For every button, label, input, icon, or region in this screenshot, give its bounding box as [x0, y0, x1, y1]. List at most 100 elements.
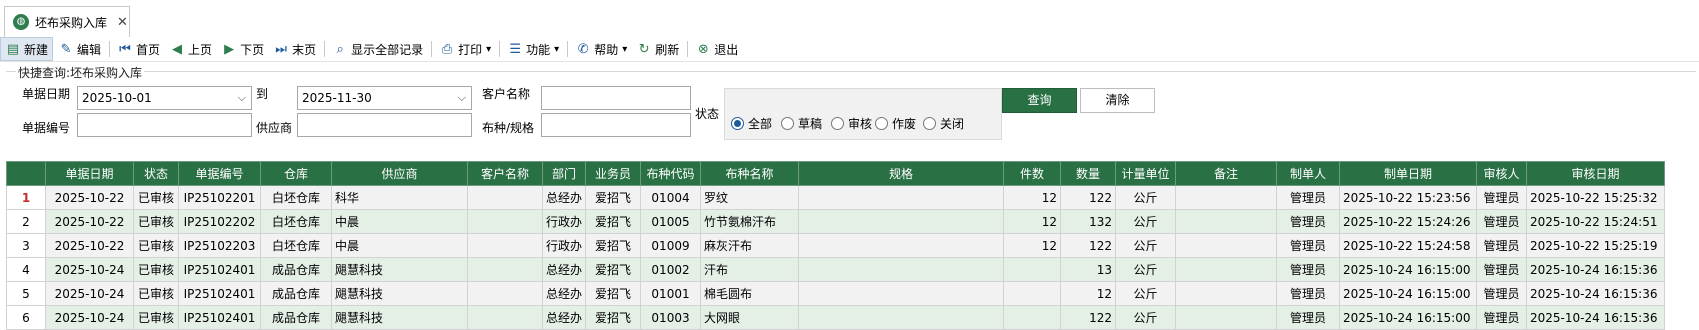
radio-circle-icon[interactable] — [923, 117, 936, 130]
table-cell[interactable]: 122 — [1060, 185, 1117, 210]
table-cell[interactable]: 2025-10-24 — [45, 305, 134, 330]
column-header[interactable]: 业务员 — [585, 161, 642, 186]
table-cell[interactable] — [467, 305, 543, 330]
column-header[interactable]: 审核人 — [1476, 161, 1528, 186]
table-cell[interactable]: 管理员 — [1276, 233, 1341, 258]
column-header[interactable]: 布种代码 — [640, 161, 702, 186]
table-cell[interactable]: 132 — [1060, 209, 1117, 234]
table-row[interactable]: 5 2025-10-24 已审核 IP25102401 成品仓库 飓慧科技 总经办 爱招飞 01… — [6, 281, 1666, 306]
table-cell[interactable]: 122 — [1060, 305, 1117, 330]
table-cell[interactable] — [1175, 209, 1278, 234]
tab-fabric-purchase-inbound[interactable]: ◍ 坯布采购入库 ✕ — [4, 6, 130, 37]
table-cell[interactable]: 01009 — [640, 233, 702, 258]
table-cell[interactable]: 总经办 — [541, 185, 587, 210]
table-cell[interactable] — [467, 281, 543, 306]
table-cell[interactable] — [467, 257, 543, 282]
table-cell[interactable]: IP25102203 — [178, 233, 261, 258]
status-radio-option[interactable]: 作废 — [875, 115, 916, 132]
table-cell[interactable]: 2025-10-22 — [45, 209, 134, 234]
first-page-button[interactable]: ⏮ 首页 — [113, 38, 164, 60]
table-cell[interactable]: 中晨 — [331, 209, 468, 234]
table-cell[interactable]: 爱招飞 — [585, 305, 642, 330]
table-cell[interactable]: 管理员 — [1476, 257, 1528, 282]
table-cell[interactable]: 棉毛圆布 — [700, 281, 800, 306]
table-row[interactable]: 4 2025-10-24 已审核 IP25102401 成品仓库 飓慧科技 总经办 爱招飞 01… — [6, 257, 1666, 282]
table-cell[interactable]: 管理员 — [1476, 305, 1528, 330]
supplier-input[interactable] — [297, 113, 472, 137]
table-cell[interactable]: 已审核 — [133, 209, 179, 234]
table-cell[interactable] — [1175, 185, 1278, 210]
table-cell[interactable]: 大网眼 — [700, 305, 800, 330]
refresh-button[interactable]: ↻ 刷新 — [632, 38, 683, 60]
row-number[interactable]: 1 — [6, 185, 46, 210]
column-header[interactable]: 审核日期 — [1526, 161, 1666, 186]
table-cell[interactable]: IP25102401 — [178, 305, 261, 330]
table-cell[interactable]: 中晨 — [331, 233, 468, 258]
row-number[interactable]: 4 — [6, 257, 46, 282]
table-cell[interactable] — [798, 281, 1005, 306]
table-cell[interactable] — [467, 185, 543, 210]
table-cell[interactable]: 13 — [1060, 257, 1117, 282]
dropdown-arrow-icon[interactable]: ▾ — [486, 44, 491, 55]
table-cell[interactable]: 公斤 — [1115, 257, 1177, 282]
table-cell[interactable]: 总经办 — [541, 257, 587, 282]
table-cell[interactable]: 管理员 — [1476, 281, 1528, 306]
date-from-picker[interactable]: 2025-10-01 ⌵ — [77, 86, 252, 110]
table-cell[interactable]: 爱招飞 — [585, 281, 642, 306]
table-cell[interactable]: 成品仓库 — [260, 257, 332, 282]
table-cell[interactable]: 公斤 — [1115, 233, 1177, 258]
table-cell[interactable] — [798, 233, 1005, 258]
column-header[interactable]: 状态 — [133, 161, 179, 186]
column-header[interactable]: 仓库 — [260, 161, 332, 186]
table-cell[interactable]: 01004 — [640, 185, 702, 210]
column-header[interactable]: 制单人 — [1276, 161, 1341, 186]
chevron-down-icon[interactable]: ⌵ — [238, 87, 246, 109]
table-cell[interactable]: 白坯仓库 — [260, 209, 332, 234]
table-row[interactable]: 6 2025-10-24 已审核 IP25102401 成品仓库 飓慧科技 总经办 爱招飞 01… — [6, 305, 1666, 330]
table-cell[interactable] — [467, 209, 543, 234]
table-cell[interactable]: 2025-10-22 — [45, 185, 134, 210]
exit-button[interactable]: ⊗ 退出 — [691, 38, 742, 60]
table-cell[interactable]: 科华 — [331, 185, 468, 210]
table-cell[interactable]: 01005 — [640, 209, 702, 234]
table-cell[interactable]: 爱招飞 — [585, 233, 642, 258]
dropdown-arrow-icon[interactable]: ▾ — [554, 44, 559, 55]
next-page-button[interactable]: ▶ 下页 — [217, 38, 268, 60]
table-cell[interactable]: 2025-10-22 — [45, 233, 134, 258]
table-cell[interactable]: 01001 — [640, 281, 702, 306]
table-cell[interactable]: 飓慧科技 — [331, 281, 468, 306]
table-cell[interactable] — [1003, 281, 1062, 306]
table-cell[interactable]: 01002 — [640, 257, 702, 282]
table-cell[interactable]: 2025-10-22 15:25:32 — [1526, 185, 1666, 210]
table-cell[interactable]: 管理员 — [1276, 185, 1341, 210]
column-header[interactable]: 件数 — [1003, 161, 1062, 186]
table-cell[interactable]: 行政办 — [541, 209, 587, 234]
table-cell[interactable]: 公斤 — [1115, 281, 1177, 306]
column-header[interactable]: 备注 — [1175, 161, 1278, 186]
table-cell[interactable]: 2025-10-24 16:15:00 — [1339, 305, 1478, 330]
date-to-picker[interactable]: 2025-11-30 ⌵ — [297, 86, 472, 110]
column-header[interactable]: 布种名称 — [700, 161, 800, 186]
table-cell[interactable] — [1003, 305, 1062, 330]
table-cell[interactable]: 汗布 — [700, 257, 800, 282]
table-cell[interactable]: 2025-10-24 16:15:00 — [1339, 257, 1478, 282]
table-cell[interactable]: 成品仓库 — [260, 305, 332, 330]
column-header[interactable]: 数量 — [1060, 161, 1117, 186]
table-cell[interactable]: 管理员 — [1476, 233, 1528, 258]
table-cell[interactable]: 01003 — [640, 305, 702, 330]
table-cell[interactable]: IP25102201 — [178, 185, 261, 210]
radio-circle-icon[interactable] — [731, 117, 744, 130]
table-cell[interactable]: IP25102401 — [178, 257, 261, 282]
table-cell[interactable]: 12 — [1003, 185, 1062, 210]
column-header[interactable]: 供应商 — [331, 161, 468, 186]
prev-page-button[interactable]: ◀ 上页 — [165, 38, 216, 60]
table-cell[interactable]: 管理员 — [1276, 257, 1341, 282]
show-all-button[interactable]: ⌕ 显示全部记录 — [328, 38, 427, 60]
column-header[interactable] — [6, 161, 46, 186]
row-number[interactable]: 5 — [6, 281, 46, 306]
table-row[interactable]: 2 2025-10-22 已审核 IP25102202 白坯仓库 中晨 行政办 爱招飞 0100… — [6, 209, 1666, 234]
table-cell[interactable] — [798, 257, 1005, 282]
table-cell[interactable]: 2025-10-24 — [45, 281, 134, 306]
table-cell[interactable]: 已审核 — [133, 281, 179, 306]
table-row[interactable]: 1 2025-10-22 已审核 IP25102201 白坯仓库 科华 总经办 爱招飞 0100… — [6, 185, 1666, 210]
